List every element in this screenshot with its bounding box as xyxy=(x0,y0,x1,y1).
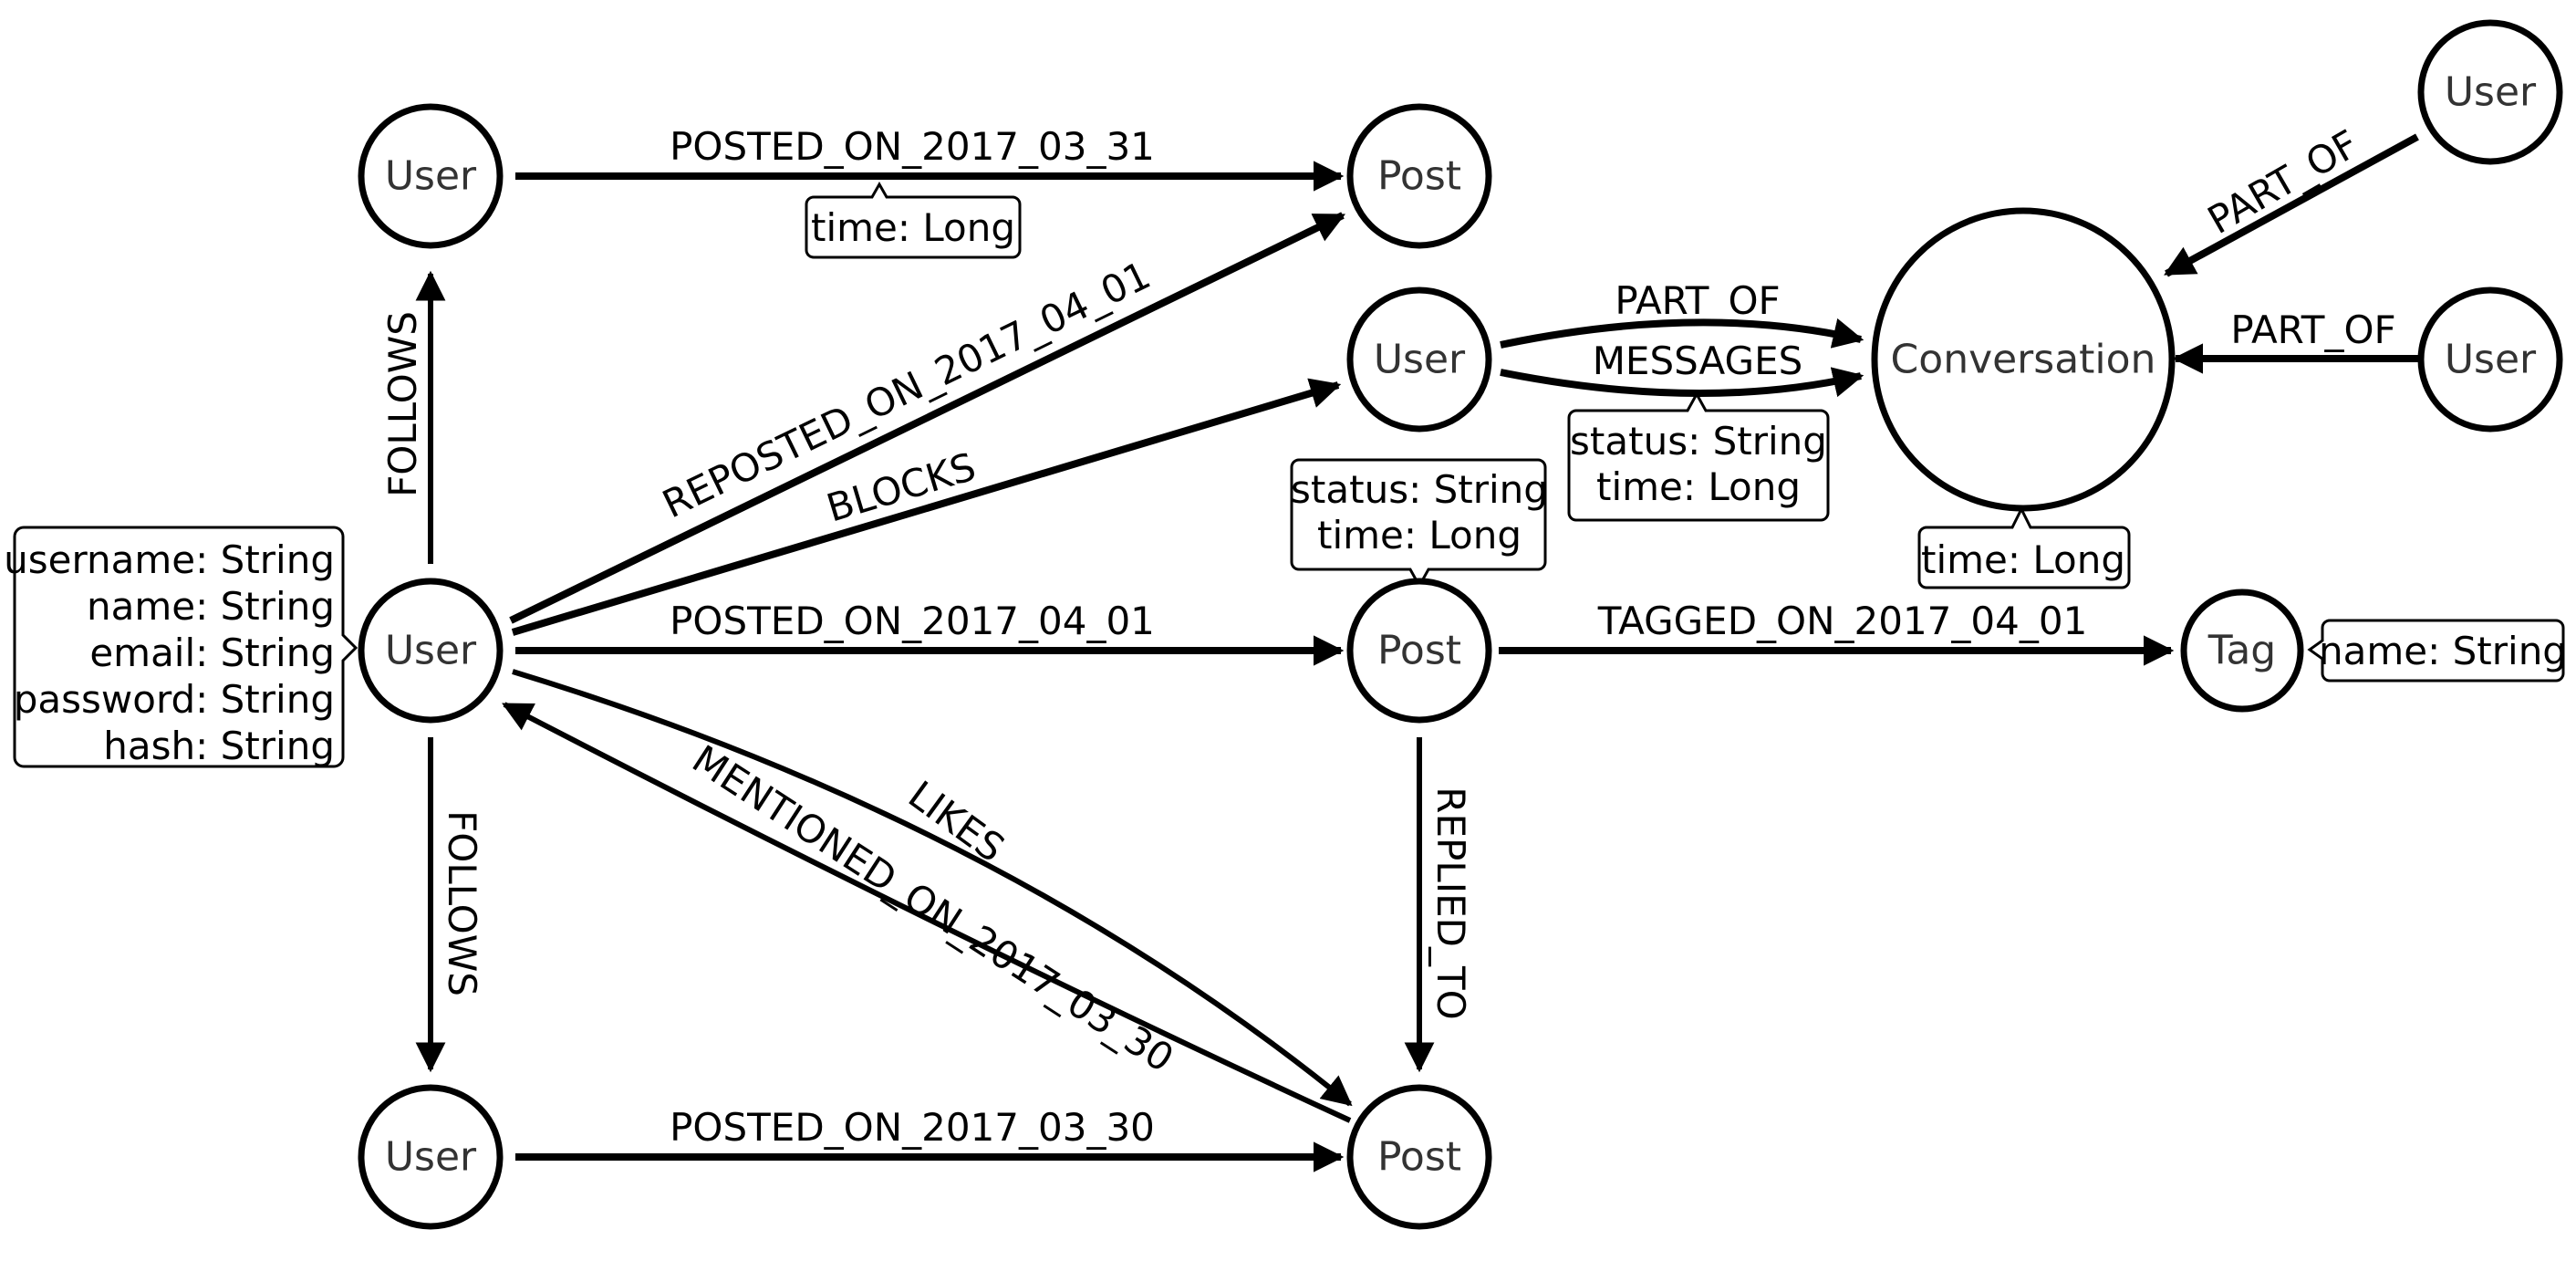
node-tag[interactable]: Tag xyxy=(2180,589,2304,713)
edge-label: FOLLOWS xyxy=(380,311,425,497)
node-label: User xyxy=(385,153,477,200)
node-label: User xyxy=(2445,337,2537,383)
node-label: User xyxy=(385,1134,477,1181)
edge-part-of-right[interactable]: PART_OF xyxy=(2172,307,2422,374)
edge-part-of-upper[interactable]: PART_OF xyxy=(1500,278,1864,349)
conversation-properties-box: time: Long xyxy=(1917,505,2131,589)
edge-tagged-on-2017-04-01[interactable]: TAGGED_ON_2017_04_01 xyxy=(1499,599,2175,666)
edge-follows-down[interactable]: FOLLOWS xyxy=(415,737,484,1073)
node-post-bottom[interactable]: Post xyxy=(1346,1084,1492,1230)
edge-replied-to[interactable]: REPLIED_TO xyxy=(1404,737,1473,1073)
node-post-top[interactable]: Post xyxy=(1346,103,1492,249)
node-label: User xyxy=(2445,69,2537,116)
node-post-mid[interactable]: Post xyxy=(1346,578,1492,724)
node-label: Tag xyxy=(2207,628,2277,674)
prop-username: username: String xyxy=(4,537,335,582)
tag-properties-box: name: String xyxy=(2307,619,2567,683)
prop-name: name: String xyxy=(2319,629,2567,673)
node-user-top[interactable]: User xyxy=(358,103,504,249)
edge-label: MESSAGES xyxy=(1593,339,1803,383)
prop-status: status: String xyxy=(1570,419,1827,464)
edge-label: REPLIED_TO xyxy=(1428,787,1473,1019)
node-label: User xyxy=(1374,337,1466,383)
edge-messages[interactable]: MESSAGES xyxy=(1500,339,1864,398)
edge-follows-up[interactable]: FOLLOWS xyxy=(380,270,446,564)
prop-time: time: Long xyxy=(1596,464,1801,509)
node-user-right[interactable]: User xyxy=(2417,287,2563,432)
edge-label: POSTED_ON_2017_03_30 xyxy=(670,1105,1155,1150)
prop-time: time: Long xyxy=(1921,537,2125,582)
node-label: User xyxy=(385,628,477,674)
prop-email: email: String xyxy=(89,630,335,675)
edge-label: PART_OF xyxy=(1615,278,1780,323)
edge-part-of-diagonal[interactable]: PART_OF xyxy=(2164,121,2419,277)
messages-properties-box: status: String time: Long xyxy=(1567,391,1830,522)
node-user-mid[interactable]: User xyxy=(1346,287,1492,432)
user-properties-box: username: String name: String email: Str… xyxy=(4,526,358,768)
prop-password: password: String xyxy=(14,677,335,722)
prop-name: name: String xyxy=(87,584,335,629)
edge-posted-on-2017-04-01[interactable]: POSTED_ON_2017_04_01 xyxy=(515,599,1345,666)
prop-time: time: Long xyxy=(811,205,1015,250)
node-label: Post xyxy=(1377,153,1461,200)
node-user-bottom[interactable]: User xyxy=(358,1084,504,1230)
posted-0331-properties-box: time: Long xyxy=(805,181,1022,259)
prop-time: time: Long xyxy=(1317,513,1522,558)
node-conversation[interactable]: Conversation xyxy=(1871,207,2176,512)
node-user-top-right[interactable]: User xyxy=(2417,19,2563,165)
edge-posted-on-2017-03-30[interactable]: POSTED_ON_2017_03_30 xyxy=(515,1105,1345,1172)
node-user-main[interactable]: User xyxy=(358,578,504,724)
node-label: Post xyxy=(1377,1134,1461,1181)
edge-label: TAGGED_ON_2017_04_01 xyxy=(1597,599,2088,643)
edge-label: LIKES xyxy=(900,772,1013,870)
edge-posted-on-2017-03-31[interactable]: POSTED_ON_2017_03_31 xyxy=(515,124,1345,192)
graph-diagram: POSTED_ON_2017_03_31 FOLLOWS REPOSTED_ON… xyxy=(4,19,2567,1230)
prop-hash: hash: String xyxy=(103,724,335,768)
prop-status: status: String xyxy=(1291,467,1548,512)
edge-label: PART_OF xyxy=(2230,307,2395,352)
node-label: Conversation xyxy=(1891,337,2156,383)
node-label: Post xyxy=(1377,628,1461,674)
edge-label: POSTED_ON_2017_04_01 xyxy=(670,599,1155,643)
edge-label: POSTED_ON_2017_03_31 xyxy=(670,124,1155,169)
edge-mentioned-on-2017-03-30[interactable]: MENTIONED_ON_2017_03_30 xyxy=(502,702,1352,1123)
edge-label: FOLLOWS xyxy=(440,810,484,996)
post-properties-box: status: String time: Long xyxy=(1290,458,1548,589)
